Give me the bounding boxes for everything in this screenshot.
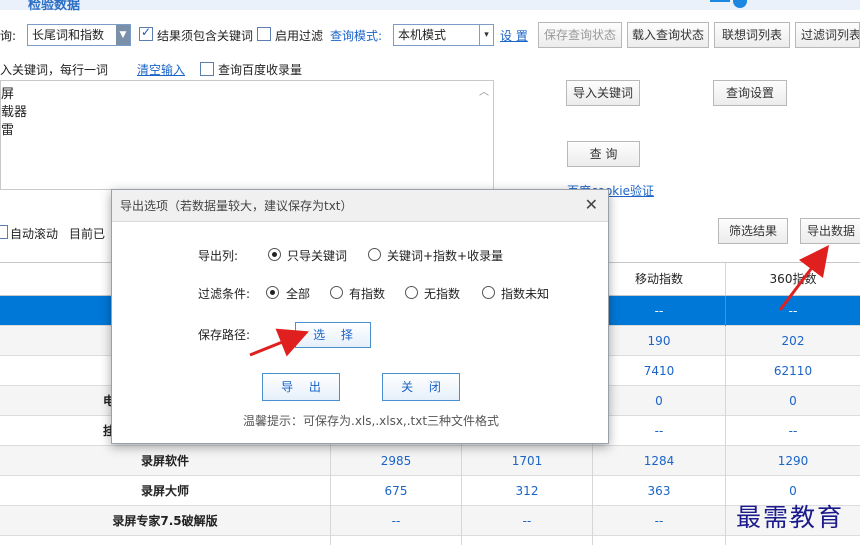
arrow-to-export-data-button — [778, 245, 830, 311]
annotation-arrows — [249, 245, 830, 357]
watermark: 最需教育 — [736, 503, 845, 532]
arrow-to-choose-button — [249, 328, 309, 357]
